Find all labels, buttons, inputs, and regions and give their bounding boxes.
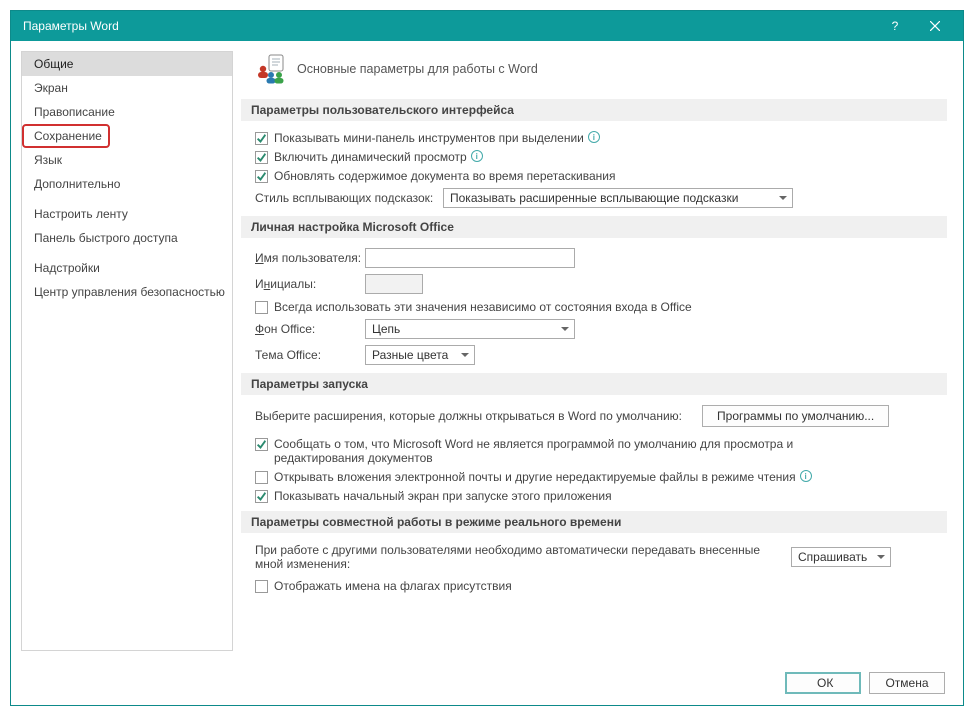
initials-input[interactable] <box>365 274 423 294</box>
help-button[interactable]: ? <box>875 11 915 41</box>
close-button[interactable] <box>915 11 955 41</box>
sidebar-item-proofing[interactable]: Правописание <box>22 100 232 124</box>
sidebar-item-trustcenter[interactable]: Центр управления безопасностью <box>22 280 232 304</box>
dialog-footer: ОК Отмена <box>11 661 963 705</box>
share-changes-dropdown[interactable]: Спрашивать <box>791 547 891 567</box>
info-icon[interactable] <box>471 150 483 162</box>
cancel-button[interactable]: Отмена <box>869 672 945 694</box>
officetheme-label: Тема Office: <box>255 348 365 362</box>
chk-defaultprog[interactable] <box>255 438 268 451</box>
chk-startscreen[interactable] <box>255 490 268 503</box>
username-label: Имя пользователя: <box>255 251 365 265</box>
sidebar-item-ribbon[interactable]: Настроить ленту <box>22 202 232 226</box>
chk-attachments[interactable] <box>255 471 268 484</box>
info-icon[interactable] <box>588 131 600 143</box>
word-options-dialog: Параметры Word ? Общие Экран Правописани… <box>10 10 964 706</box>
chk-livepreview[interactable] <box>255 151 268 164</box>
sidebar-item-advanced[interactable]: Дополнительно <box>22 172 232 196</box>
sidebar-item-save[interactable]: Сохранение <box>22 124 110 148</box>
officetheme-dropdown[interactable]: Разные цвета <box>365 345 475 365</box>
default-programs-button[interactable]: Программы по умолчанию... <box>702 405 889 427</box>
initials-label: Инициалы: <box>255 277 365 291</box>
section-ui-title: Параметры пользовательского интерфейса <box>241 99 947 121</box>
tooltip-style-label: Стиль всплывающих подсказок: <box>255 191 443 205</box>
officebg-dropdown[interactable]: Цепь <box>365 319 575 339</box>
default-ext-label: Выберите расширения, которые должны откр… <box>255 409 682 423</box>
officebg-label: Фон Office: <box>255 322 365 336</box>
section-personal-title: Личная настройка Microsoft Office <box>241 216 947 238</box>
sidebar-item-display[interactable]: Экран <box>22 76 232 100</box>
ok-button[interactable]: ОК <box>785 672 861 694</box>
general-options-icon <box>255 53 287 85</box>
window-title: Параметры Word <box>19 19 875 33</box>
content-pane: Основные параметры для работы с Word Пар… <box>233 41 963 661</box>
sidebar-item-general[interactable]: Общие <box>22 52 232 76</box>
chk-presence-names[interactable] <box>255 580 268 593</box>
page-header: Основные параметры для работы с Word <box>297 62 538 76</box>
titlebar: Параметры Word ? <box>11 11 963 41</box>
share-changes-label: При работе с другими пользователями необ… <box>255 543 775 571</box>
section-collab-title: Параметры совместной работы в режиме реа… <box>241 511 947 533</box>
tooltip-style-dropdown[interactable]: Показывать расширенные всплывающие подск… <box>443 188 793 208</box>
sidebar-item-language[interactable]: Язык <box>22 148 232 172</box>
chk-alwaysuse[interactable] <box>255 301 268 314</box>
section-startup-title: Параметры запуска <box>241 373 947 395</box>
sidebar-item-qat[interactable]: Панель быстрого доступа <box>22 226 232 250</box>
sidebar-item-addins[interactable]: Надстройки <box>22 256 232 280</box>
info-icon[interactable] <box>800 470 812 482</box>
chk-dragupdate[interactable] <box>255 170 268 183</box>
chk-minitoolbar[interactable] <box>255 132 268 145</box>
username-input[interactable] <box>365 248 575 268</box>
category-sidebar: Общие Экран Правописание Сохранение Язык… <box>21 51 233 651</box>
